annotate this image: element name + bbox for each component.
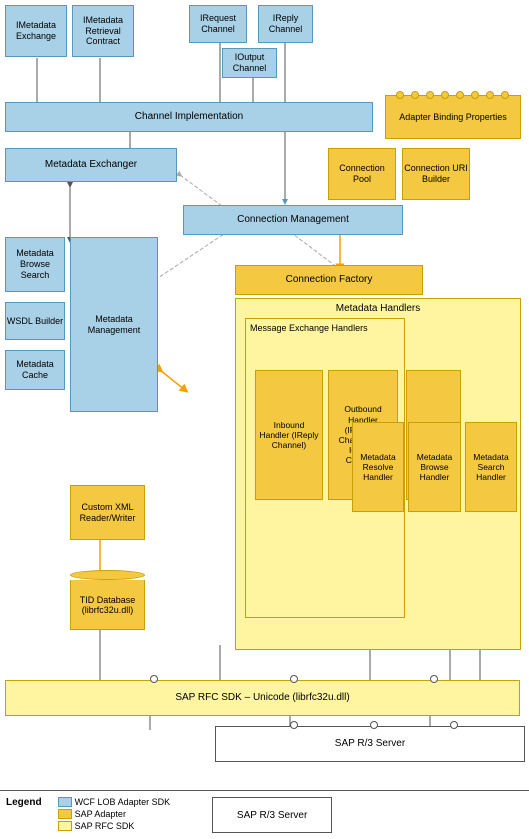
circle-r3-2	[370, 721, 378, 729]
inbound-handler-box: Inbound Handler (IReply Channel)	[255, 370, 323, 500]
metadata-cache-box: Metadata Cache	[5, 350, 65, 390]
legend-label-wcf: WCF LOB Adapter SDK	[75, 797, 171, 807]
connection-pool-box: Connection Pool	[328, 148, 396, 200]
metadata-search-handler-box: Metadata Search Handler	[465, 422, 517, 512]
legend-label-sap: SAP Adapter	[75, 809, 126, 819]
metadata-handlers-label: Metadata Handlers	[336, 303, 421, 315]
msg-exchange-label: Message Exchange Handlers	[250, 323, 368, 334]
legend-item-sap: SAP Adapter	[58, 809, 171, 819]
irequest-channel-box: IRequest Channel	[189, 5, 247, 43]
legend-swatch-wcf	[58, 797, 72, 807]
circle-r3-3	[450, 721, 458, 729]
connection-factory-box: Connection Factory	[235, 265, 423, 295]
ioutput-channel-box: IOutput Channel	[222, 48, 277, 78]
legend-swatch-rfc	[58, 821, 72, 831]
metadata-browse-search-box: Metadata Browse Search	[5, 237, 65, 292]
adapter-binding-label: Adapter Binding Properties	[399, 112, 507, 123]
legend-swatch-sap	[58, 809, 72, 819]
imetadata-exchange-box: IMetadata Exchange	[5, 5, 67, 57]
sap-r3-legend: SAP R/3 Server	[212, 797, 332, 833]
ireply-channel-box: IReply Channel	[258, 5, 313, 43]
circle-connector-3	[430, 675, 438, 683]
wsdl-builder-box: WSDL Builder	[5, 302, 65, 340]
connection-management-box: Connection Management	[183, 205, 403, 235]
legend-item-wcf: WCF LOB Adapter SDK	[58, 797, 171, 807]
imetadata-retrieval-box: IMetadata Retrieval Contract	[72, 5, 134, 57]
channel-implementation-box: Channel Implementation	[5, 102, 373, 132]
metadata-resolve-handler-box2: MetadataResolveHandler	[352, 422, 404, 512]
circle-connector-1	[150, 675, 158, 683]
metadata-browse-handler-box: MetadataBrowseHandler	[408, 422, 461, 512]
architecture-diagram: IMetadata Exchange IMetadata Retrieval C…	[0, 0, 529, 790]
legend: Legend WCF LOB Adapter SDK SAP Adapter S…	[0, 790, 529, 839]
circle-connector-2	[290, 675, 298, 683]
sap-rfc-sdk-box: SAP RFC SDK – Unicode (librfc32u.dll)	[5, 680, 520, 716]
adapter-binding-properties-box: Adapter Binding Properties	[385, 95, 521, 139]
metadata-management-box: Metadata Management	[70, 237, 158, 412]
tid-database-box: TID Database (librfc32u.dll)	[70, 570, 145, 630]
sap-r3-label: SAP R/3 Server	[335, 738, 405, 750]
legend-label-rfc: SAP RFC SDK	[75, 821, 135, 831]
tid-database-label: TID Database (librfc32u.dll)	[70, 580, 145, 630]
metadata-exchanger-box: Metadata Exchanger	[5, 148, 177, 182]
connection-uri-builder-box: Connection URI Builder	[402, 148, 470, 200]
legend-title: Legend	[6, 797, 42, 808]
custom-xml-box: Custom XML Reader/Writer	[70, 485, 145, 540]
sap-r3-server-box: SAP R/3 Server	[215, 726, 525, 762]
legend-item-rfc: SAP RFC SDK	[58, 821, 171, 831]
circle-r3-1	[290, 721, 298, 729]
